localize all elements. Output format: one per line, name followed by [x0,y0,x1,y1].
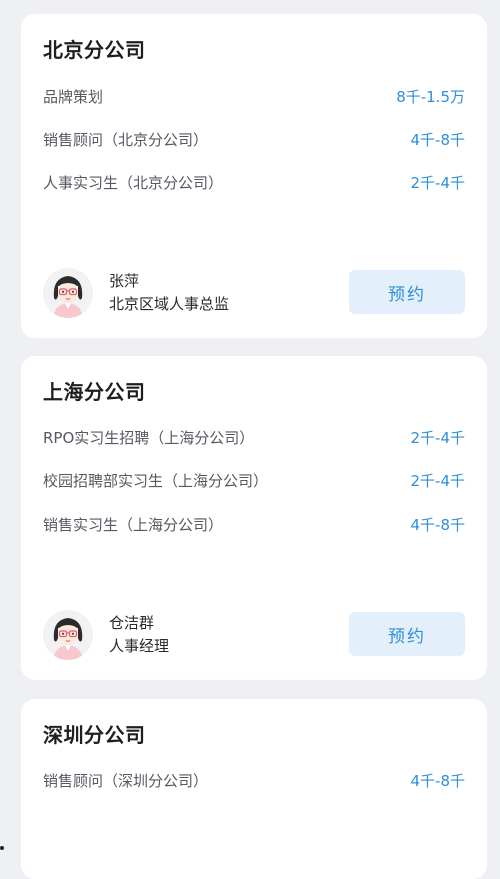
woman-avatar-icon [43,610,93,660]
branch-title: 上海分公司 [43,380,146,404]
job-row[interactable]: 品牌策划 8千-1.5万 [43,84,465,108]
job-salary: 4千-8千 [410,515,466,534]
branch-card-shenzhen: 深圳分公司 销售顾问（深圳分公司） 4千-8千 [21,699,487,879]
job-salary: 8千-1.5万 [396,87,465,106]
woman-avatar-icon [43,268,93,318]
contact-role: 北京区域人事总监 [109,295,230,313]
job-salary: 2千-4千 [410,173,466,192]
job-salary: 2千-4千 [410,471,466,490]
contact-name: 仓洁群 [109,614,155,632]
job-row[interactable]: 校园招聘部实习生（上海分公司） 2千-4千 [43,468,465,492]
branch-card-shanghai: 上海分公司 RPO实习生招聘（上海分公司） 2千-4千 校园招聘部实习生（上海分… [21,356,487,680]
book-button[interactable]: 预约 [349,270,465,314]
job-salary: 2千-4千 [410,428,466,447]
job-row[interactable]: 人事实习生（北京分公司） 2千-4千 [43,170,465,194]
job-title: 品牌策划 [43,87,104,106]
job-title: 销售顾问（北京分公司） [43,130,209,149]
job-row[interactable]: RPO实习生招聘（上海分公司） 2千-4千 [43,425,465,449]
contact-role: 人事经理 [109,637,170,655]
branch-card-beijing: 北京分公司 品牌策划 8千-1.5万 销售顾问（北京分公司） 4千-8千 人事实… [21,14,487,338]
job-row[interactable]: 销售顾问（北京分公司） 4千-8千 [43,127,465,151]
edge-dot [0,846,4,850]
contact-name: 张萍 [109,272,140,290]
branch-title: 北京分公司 [43,38,146,62]
book-button[interactable]: 预约 [349,612,465,656]
job-title: RPO实习生招聘（上海分公司） [43,428,255,447]
job-title: 人事实习生（北京分公司） [43,173,224,192]
job-row[interactable]: 销售顾问（深圳分公司） 4千-8千 [43,768,465,792]
job-salary: 4千-8千 [410,771,466,790]
branch-title: 深圳分公司 [43,723,146,747]
job-row[interactable]: 销售实习生（上海分公司） 4千-8千 [43,512,465,536]
job-title: 校园招聘部实习生（上海分公司） [43,471,269,490]
job-salary: 4千-8千 [410,130,466,149]
hr-contact: 仓洁群 人事经理 预约 [43,610,465,664]
job-title: 销售实习生（上海分公司） [43,515,224,534]
job-title: 销售顾问（深圳分公司） [43,771,209,790]
hr-contact: 张萍 北京区域人事总监 预约 [43,268,465,322]
